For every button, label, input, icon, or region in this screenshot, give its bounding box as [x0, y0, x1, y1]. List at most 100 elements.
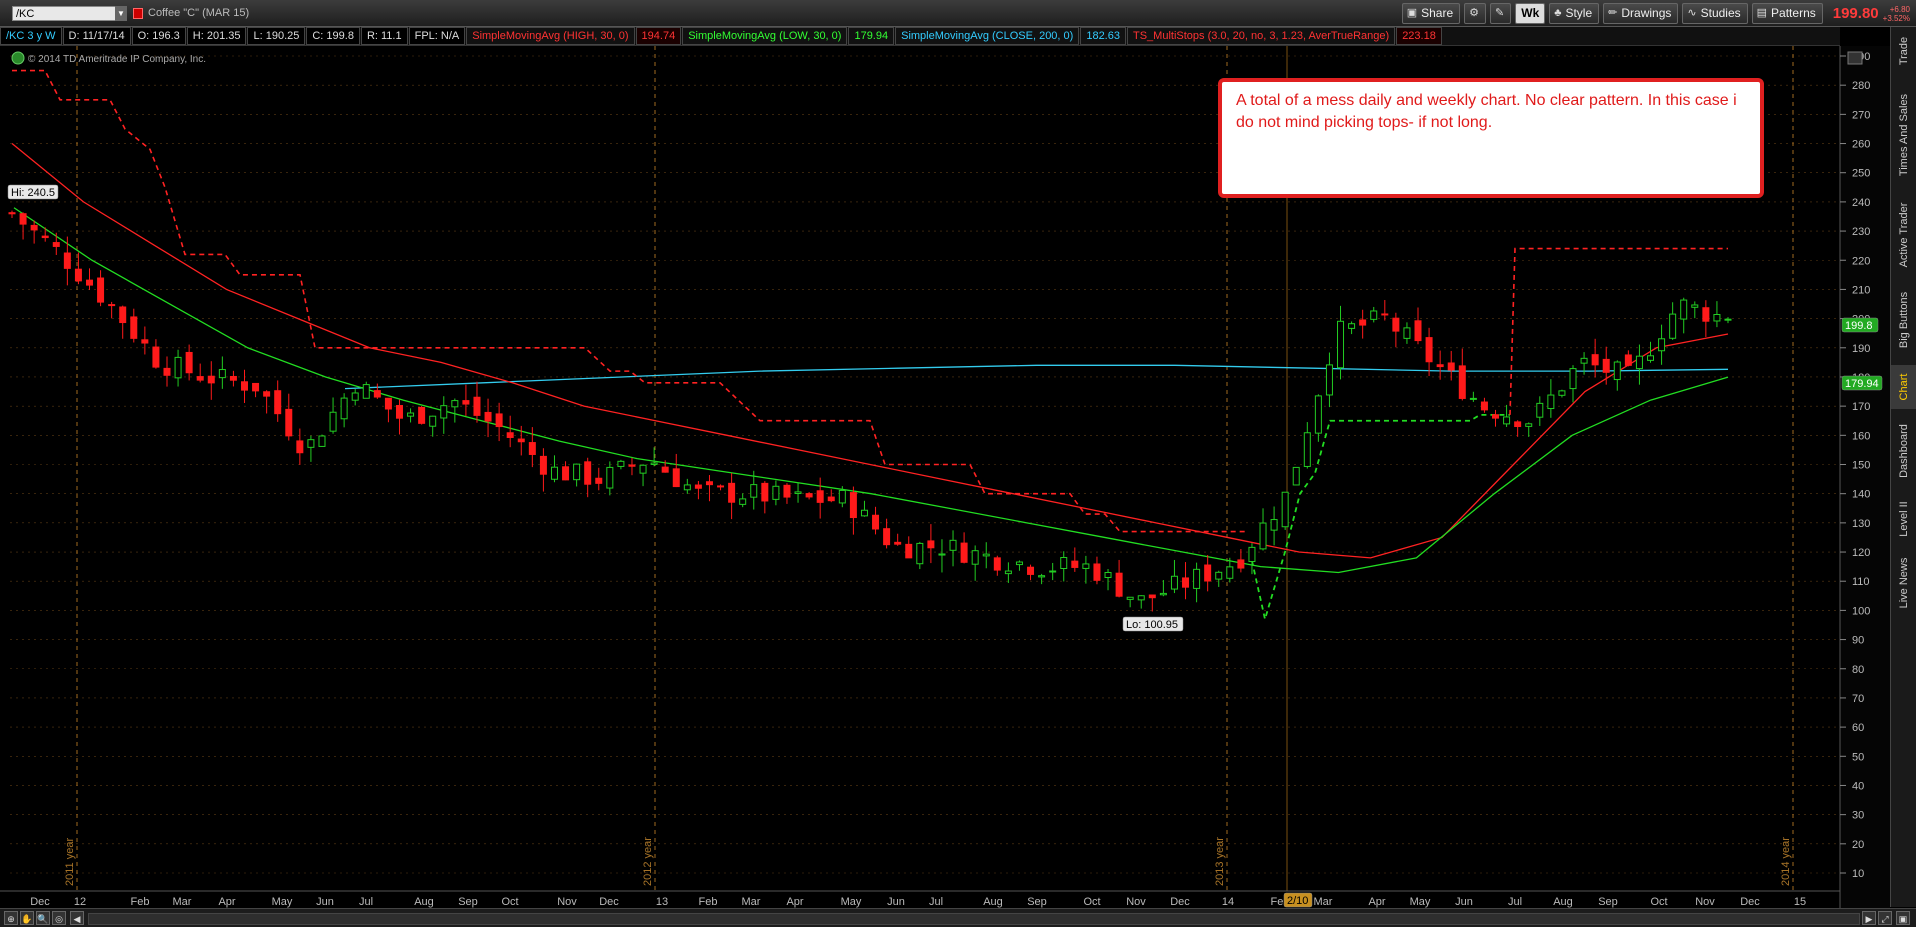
candle-body — [1182, 577, 1190, 588]
sma-high-label[interactable]: SimpleMovingAvg (HIGH, 30, 0) — [466, 27, 635, 45]
scroll-left-icon[interactable]: ◀ — [70, 911, 84, 925]
candle-body — [19, 213, 27, 225]
x-tick-label: Dec — [1170, 896, 1190, 908]
candle-body — [329, 411, 337, 432]
candle-body — [1525, 423, 1533, 427]
candle-body — [384, 397, 392, 410]
tab-dashboard[interactable]: Dashboard — [1891, 415, 1916, 487]
candle-body — [351, 392, 359, 401]
magnifier-icon[interactable]: 🔍 — [36, 911, 50, 925]
candle-body — [274, 390, 282, 415]
x-tick-label: Apr — [786, 896, 803, 908]
tab-label: Trade — [1898, 36, 1910, 66]
year-label: 2014 year — [1780, 837, 1792, 886]
share-button[interactable]: ▣ Share — [1401, 3, 1461, 24]
tools-button[interactable]: ✎ — [1490, 3, 1512, 24]
candle-body — [772, 485, 780, 500]
fit-icon[interactable]: ▣ — [1896, 911, 1910, 925]
x-tick-label: Jun — [1455, 896, 1473, 908]
scroll-right-icon[interactable]: ▶ — [1862, 911, 1876, 925]
pan-icon[interactable]: ◎ — [52, 911, 66, 925]
symbol-input[interactable]: /KC — [12, 6, 126, 21]
tab-label: Chart — [1898, 373, 1910, 401]
x-tick-label: Jun — [316, 896, 334, 908]
flag-icon[interactable] — [133, 8, 143, 19]
candle-body — [816, 490, 824, 503]
symbol-period-label[interactable]: /KC 3 y W — [0, 27, 62, 45]
candle-body — [1215, 571, 1223, 580]
y-tick-label: 50 — [1852, 751, 1864, 763]
x-tick-label: Mar — [173, 896, 192, 908]
x-tick-label: Jun — [887, 896, 905, 908]
sma-close-label[interactable]: SimpleMovingAvg (CLOSE, 200, 0) — [895, 27, 1080, 45]
tab-active-trader[interactable]: Active Trader — [1891, 195, 1916, 275]
candle-body — [1370, 310, 1378, 320]
x-tick-label: Dec — [1740, 896, 1760, 908]
candle-body — [1071, 560, 1079, 568]
candle-body — [152, 346, 160, 368]
y-tick-label: 70 — [1852, 693, 1864, 705]
tab-big-buttons[interactable]: Big Buttons — [1891, 281, 1916, 359]
x-tick-label: Mar — [1314, 896, 1333, 908]
candle-body — [506, 432, 514, 438]
y-tick-label: 20 — [1852, 839, 1864, 851]
scrollbar-track[interactable] — [88, 913, 1860, 925]
x-tick-label: 13 — [656, 896, 668, 908]
candle-body — [1558, 390, 1566, 396]
tab-trade[interactable]: Trade — [1891, 27, 1916, 75]
candle-body — [750, 484, 758, 498]
candle-body — [949, 539, 957, 551]
candle-body — [407, 412, 415, 417]
period-button[interactable]: Wk — [1515, 3, 1546, 24]
candle-body — [584, 461, 592, 485]
candle-body — [1015, 561, 1023, 566]
candle-body — [694, 484, 702, 489]
candle-body — [1713, 314, 1721, 322]
tab-chart[interactable]: Chart — [1891, 365, 1916, 409]
candle-body — [1359, 319, 1367, 326]
zoom-icon[interactable]: ⊕ — [4, 911, 18, 925]
candle-body — [1647, 355, 1655, 361]
candle-body — [1193, 568, 1201, 589]
share-icon: ▣ — [1406, 7, 1418, 19]
x-tick-label: Aug — [1553, 896, 1573, 908]
y-tick-label: 160 — [1852, 430, 1870, 442]
settings-button[interactable]: ⚙ — [1464, 3, 1487, 24]
multistops-value: 223.18 — [1396, 27, 1442, 45]
candle-body — [938, 553, 946, 556]
candle-body — [1414, 320, 1422, 342]
candle-body — [97, 277, 105, 303]
pencil-icon: ✏ — [1608, 7, 1618, 19]
annotation-note[interactable]: A total of a mess daily and weekly chart… — [1218, 78, 1764, 198]
candle-body — [849, 492, 857, 519]
candle-body — [1447, 362, 1455, 371]
candle-body — [528, 442, 536, 455]
x-tick-label: Jul — [929, 896, 943, 908]
candle-body — [1436, 364, 1444, 368]
candle-body — [1314, 395, 1322, 434]
candle-body — [30, 224, 38, 231]
candle — [418, 406, 426, 425]
tab-level-ii[interactable]: Level II — [1891, 493, 1916, 545]
tab-times-and-sales[interactable]: Times And Sales — [1891, 81, 1916, 189]
candle-body — [838, 489, 846, 504]
date-value: D: 11/17/14 — [62, 27, 131, 45]
candle-body — [462, 400, 470, 405]
drag-icon[interactable]: ✋ — [20, 911, 34, 925]
studies-button[interactable]: ∿ Studies — [1682, 3, 1748, 24]
year-label: 2011 year — [64, 838, 76, 886]
candle-body — [1159, 592, 1167, 596]
candle-body — [927, 540, 935, 549]
tab-live-news[interactable]: Live News — [1891, 551, 1916, 615]
y-tick-label: 130 — [1852, 518, 1870, 530]
x-tick-label: Aug — [983, 896, 1003, 908]
candle-body — [307, 439, 315, 448]
multistops-label[interactable]: TS_MultiStops (3.0, 20, no, 3, 1.23, Ave… — [1126, 27, 1396, 45]
expand-icon[interactable]: ⤢ — [1878, 911, 1892, 925]
candle-body — [8, 212, 16, 215]
symbol-dropdown-icon[interactable]: ▼ — [115, 6, 127, 21]
style-button[interactable]: ♣ Style — [1549, 3, 1600, 24]
sma-low-label[interactable]: SimpleMovingAvg (LOW, 30, 0) — [682, 27, 848, 45]
drawings-button[interactable]: ✏ Drawings — [1603, 3, 1679, 24]
patterns-button[interactable]: ▤ Patterns — [1751, 3, 1823, 24]
